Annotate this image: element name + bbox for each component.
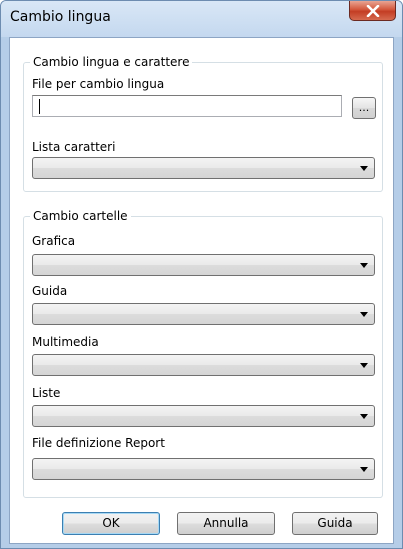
graphics-folder-label: Grafica: [32, 234, 76, 248]
lists-folder-select[interactable]: [32, 405, 375, 427]
multimedia-folder-label: Multimedia: [32, 335, 99, 349]
text-caret: [39, 99, 40, 114]
title-bar[interactable]: Cambio lingua: [1, 1, 402, 37]
lists-folder-label: Liste: [32, 386, 61, 400]
chevron-down-icon: [360, 467, 368, 472]
charset-label: Lista caratteri: [32, 140, 116, 154]
chevron-down-icon: [360, 263, 368, 268]
report-definition-select[interactable]: [32, 458, 375, 480]
close-icon: [366, 4, 379, 17]
folders-group-legend: Cambio cartelle: [30, 208, 131, 224]
window-title: Cambio lingua: [10, 9, 111, 25]
help-folder-select[interactable]: [32, 303, 375, 325]
cancel-button[interactable]: Annulla: [177, 512, 275, 535]
chevron-down-icon: [360, 312, 368, 317]
chevron-down-icon: [360, 363, 368, 368]
browse-button[interactable]: ...: [352, 97, 376, 119]
language-group-legend: Cambio lingua e carattere: [30, 54, 193, 70]
close-button[interactable]: [349, 1, 396, 21]
help-folder-label: Guida: [32, 284, 68, 298]
report-definition-label: File definizione Report: [32, 436, 165, 450]
language-file-input[interactable]: [32, 95, 342, 117]
help-button[interactable]: Guida: [292, 512, 378, 535]
dialog-window: Cambio lingua Cambio lingua e carattere …: [0, 0, 403, 549]
ok-button[interactable]: OK: [62, 512, 160, 535]
dialog-body: Cambio lingua e carattere File per cambi…: [9, 37, 394, 544]
chevron-down-icon: [360, 414, 368, 419]
charset-select[interactable]: [32, 157, 375, 179]
graphics-folder-select[interactable]: [32, 254, 375, 276]
multimedia-folder-select[interactable]: [32, 354, 375, 376]
chevron-down-icon: [360, 166, 368, 171]
language-file-label: File per cambio lingua: [32, 77, 165, 91]
